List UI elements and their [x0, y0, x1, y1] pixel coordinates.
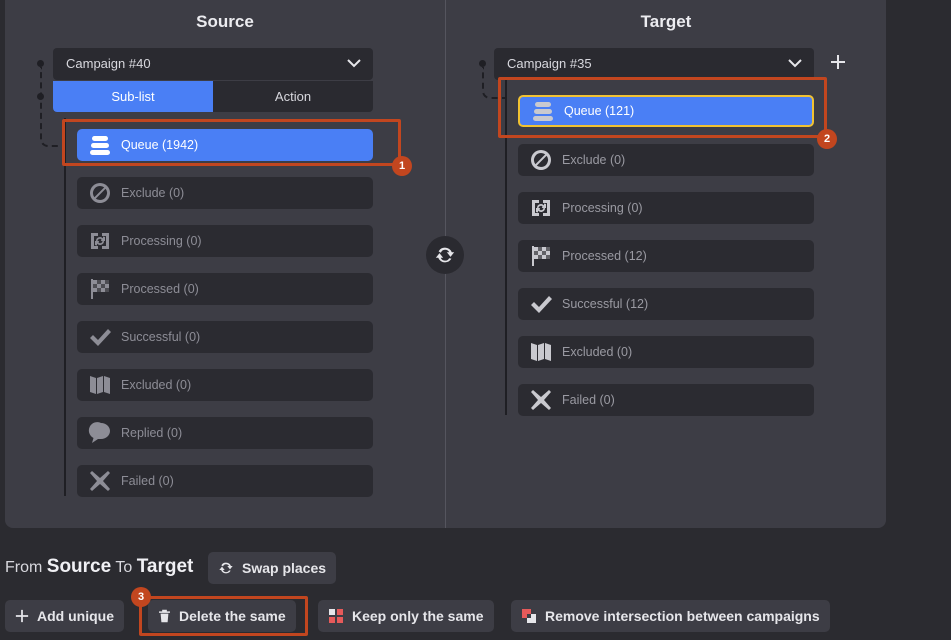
source-campaign-value: Campaign #40 [66, 56, 151, 71]
target-item-exclude[interactable]: Exclude (0) [518, 144, 814, 176]
tab-sub-list[interactable]: Sub-list [53, 81, 213, 112]
exclude-icon [529, 148, 553, 172]
source-tabs: Sub-list Action [53, 81, 373, 112]
tree-dot [37, 60, 44, 67]
item-label: Exclude (0) [562, 153, 626, 167]
excluded-map-icon [529, 340, 553, 364]
swap-places-label: Swap places [242, 560, 327, 576]
checkmark-icon [88, 325, 112, 349]
x-icon [88, 469, 112, 493]
source-item-successful[interactable]: Successful (0) [77, 321, 373, 353]
target-title: Target [640, 12, 692, 31]
checkered-flag-icon [529, 244, 553, 268]
from-source: Source [46, 556, 112, 577]
source-item-processed[interactable]: Processed (0) [77, 273, 373, 305]
target-item-processing[interactable]: Processing (0) [518, 192, 814, 224]
add-campaign-icon[interactable] [830, 54, 846, 70]
highlight-box-3 [139, 596, 308, 636]
item-label: Exclude (0) [121, 186, 185, 200]
item-label: Processed (12) [562, 249, 647, 263]
tree-line [64, 118, 66, 496]
keep-only-the-same-label: Keep only the same [352, 608, 484, 624]
swap-columns-button[interactable] [426, 236, 464, 274]
item-label: Replied (0) [121, 426, 183, 440]
chevron-down-icon [347, 59, 361, 68]
item-label: Failed (0) [121, 474, 174, 488]
item-label: Successful (0) [121, 330, 201, 344]
direction-summary: From Source To Target [5, 556, 193, 578]
remove-intersection-label: Remove intersection between campaigns [545, 608, 820, 624]
remove-intersection-button[interactable]: Remove intersection between campaigns [511, 600, 830, 632]
item-label: Excluded (0) [121, 378, 192, 392]
add-unique-button[interactable]: Add unique [5, 600, 124, 632]
keep-only-the-same-button[interactable]: Keep only the same [318, 600, 494, 632]
plus-icon [15, 609, 29, 623]
x-icon [529, 388, 553, 412]
item-label: Successful (12) [562, 297, 649, 311]
item-label: Processing (0) [562, 201, 643, 215]
target-campaign-select[interactable]: Campaign #35 [494, 48, 814, 80]
source-item-processing[interactable]: Processing (0) [77, 225, 373, 257]
tab-action[interactable]: Action [213, 81, 373, 112]
target-item-excluded[interactable]: Excluded (0) [518, 336, 814, 368]
intersection-icon [522, 609, 536, 623]
target-item-failed[interactable]: Failed (0) [518, 384, 814, 416]
tree-dot [479, 60, 486, 67]
refresh-icon [435, 247, 455, 263]
annotation-badge-1: 1 [392, 156, 412, 176]
source-item-excluded[interactable]: Excluded (0) [77, 369, 373, 401]
to-label: To [115, 559, 133, 576]
to-target: Target [136, 556, 194, 577]
refresh-icon [219, 562, 233, 574]
swap-places-button[interactable]: Swap places [208, 552, 337, 584]
processing-icon [529, 196, 553, 220]
item-label: Failed (0) [562, 393, 615, 407]
add-unique-label: Add unique [37, 608, 114, 624]
source-title: Source [196, 12, 254, 31]
annotation-badge-3: 3 [131, 587, 151, 607]
item-label: Processed (0) [121, 282, 199, 296]
source-campaign-select[interactable]: Campaign #40 [53, 48, 373, 80]
source-item-exclude[interactable]: Exclude (0) [77, 177, 373, 209]
item-label: Processing (0) [121, 234, 202, 248]
checkered-flag-icon [88, 277, 112, 301]
exclude-icon [88, 181, 112, 205]
excluded-map-icon [88, 373, 112, 397]
target-item-successful[interactable]: Successful (12) [518, 288, 814, 320]
source-item-replied[interactable]: Replied (0) [77, 417, 373, 449]
target-campaign-value: Campaign #35 [507, 56, 592, 71]
keep-same-icon [329, 609, 343, 623]
processing-icon [88, 229, 112, 253]
chat-bubble-icon [88, 421, 112, 445]
target-item-processed[interactable]: Processed (12) [518, 240, 814, 272]
highlight-box-1 [62, 119, 401, 166]
highlight-box-2 [498, 77, 827, 138]
from-label: From [5, 559, 43, 576]
chevron-down-icon [788, 59, 802, 68]
item-label: Excluded (0) [562, 345, 633, 359]
annotation-badge-2: 2 [817, 129, 837, 149]
checkmark-icon [529, 292, 553, 316]
source-item-failed[interactable]: Failed (0) [77, 465, 373, 497]
